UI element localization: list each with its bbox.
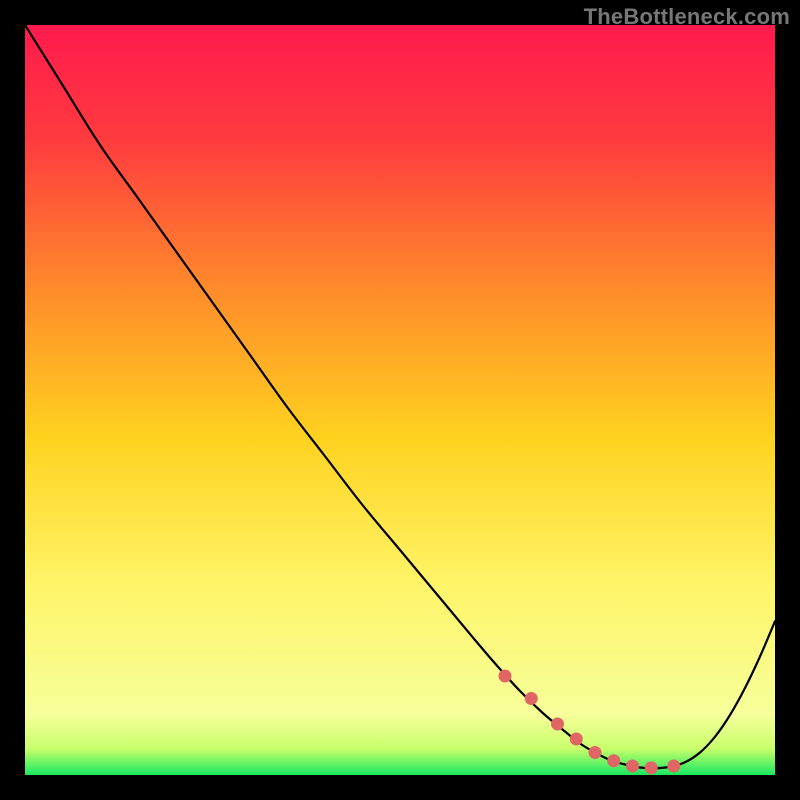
marker-dot xyxy=(499,670,512,683)
marker-dot xyxy=(525,692,538,705)
marker-dot xyxy=(589,746,602,759)
chart-plot-area xyxy=(25,25,775,775)
marker-dot xyxy=(551,718,564,731)
marker-dot xyxy=(607,754,620,767)
marker-dot xyxy=(667,760,680,773)
chart-svg xyxy=(25,25,775,775)
marker-dot xyxy=(645,761,658,774)
marker-dot xyxy=(570,733,583,746)
chart-background xyxy=(25,25,775,775)
marker-dot xyxy=(626,760,639,773)
